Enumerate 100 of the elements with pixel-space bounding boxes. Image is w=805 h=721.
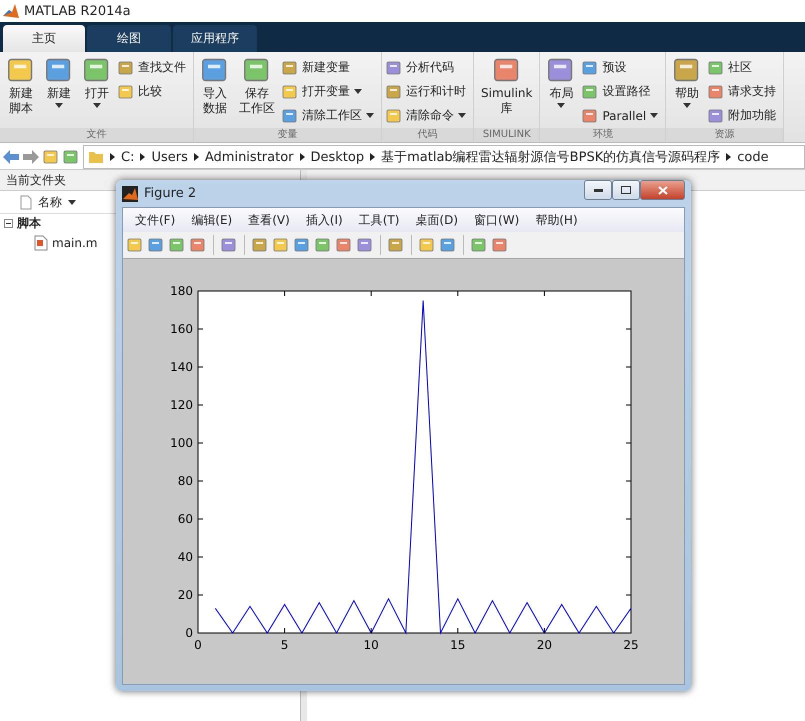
ribbon-button[interactable]: 社区	[708, 57, 780, 78]
group-label: SIMULINK	[474, 128, 540, 142]
x-tick-label: 25	[623, 638, 639, 652]
toolbar-glyph-icon	[388, 237, 404, 253]
ribbon-button[interactable]: 比较	[118, 81, 189, 102]
toolbar-glyph-icon	[43, 149, 59, 165]
toolbar-glyph-icon	[419, 237, 435, 253]
toolbar-glyph-icon	[315, 237, 331, 253]
toolbar-glyph-icon	[357, 237, 373, 253]
address-bar[interactable]: C: Users Administrator Desktop 基于matlab编程雷达辐射源信号BPSK的仿真信号源码程序 code	[83, 145, 805, 169]
minimize-button[interactable]	[584, 180, 612, 200]
group-label: 环境	[540, 128, 666, 142]
column-header[interactable]: 名称	[38, 194, 62, 210]
toolbar-glyph-icon	[582, 60, 598, 76]
x-tick-label: 20	[536, 638, 552, 652]
path-segment[interactable]: Administrator	[204, 150, 294, 164]
menu-item[interactable]: 插入(I)	[298, 212, 351, 228]
ribbon-button[interactable]: 查找文件	[118, 57, 189, 78]
y-tick-label: 160	[170, 322, 193, 336]
y-tick-label: 80	[178, 474, 193, 488]
y-tick-label: 140	[170, 360, 193, 374]
close-icon	[658, 186, 668, 194]
ribbon-button[interactable]: 帮助	[670, 56, 704, 128]
chevron-icon	[726, 153, 732, 161]
group-label: 变量	[194, 128, 381, 142]
ribbon-button[interactable]: 分析代码	[386, 57, 469, 78]
folder-icon	[88, 149, 104, 165]
x-tick-label: 0	[194, 638, 202, 652]
toolbar-glyph-icon	[190, 237, 206, 253]
logo-icon	[122, 186, 138, 202]
ribbon-button[interactable]: 附加功能	[708, 105, 780, 126]
path-segment[interactable]: Desktop	[310, 150, 364, 164]
ribbon-button[interactable]: Parallel	[582, 105, 662, 126]
toolbar-glyph-icon	[273, 237, 289, 253]
ribbon-button[interactable]: 请求支持	[708, 81, 780, 102]
menu-item[interactable]: 帮助(H)	[527, 212, 586, 228]
toolbar-glyph-icon	[582, 84, 598, 100]
path-segment[interactable]: C:	[121, 150, 134, 164]
toolbar-glyph-icon	[294, 237, 310, 253]
menu-item[interactable]: 查看(V)	[240, 212, 298, 228]
ribbon-button[interactable]: 新建	[42, 56, 76, 128]
menu-item[interactable]: 编辑(E)	[183, 212, 240, 228]
y-tick-label: 180	[170, 284, 193, 298]
ribbon-button[interactable]: 导入 数据	[198, 56, 232, 128]
toolbar-glyph-icon	[148, 237, 164, 253]
forward-icon[interactable]	[23, 150, 39, 164]
menu-item[interactable]: 桌面(D)	[407, 212, 466, 228]
toolbar-glyph-icon	[201, 56, 229, 84]
toolbar-glyph-icon	[708, 60, 724, 76]
minimize-icon	[594, 188, 602, 192]
ribbon-button[interactable]: 新建变量	[282, 57, 377, 78]
ribbon-button[interactable]: 设置路径	[582, 81, 662, 102]
ribbon-button[interactable]: 新建 脚本	[4, 56, 38, 128]
chevron-icon	[140, 153, 146, 161]
toolbar-glyph-icon	[282, 84, 298, 100]
chevron-icon	[194, 153, 199, 161]
ribbon-tab[interactable]: 应用程序	[173, 25, 257, 52]
toolbar-glyph-icon	[45, 56, 73, 84]
y-tick-label: 40	[178, 550, 193, 564]
ribbon-button[interactable]: Simulink 库	[478, 56, 536, 128]
toolbar-glyph-icon	[63, 149, 79, 165]
panel-title: 当前文件夹	[6, 172, 66, 188]
ribbon-tab[interactable]: 绘图	[87, 25, 171, 52]
ribbon-button[interactable]: 布局	[544, 56, 578, 128]
ribbon-button[interactable]: 清除工作区	[282, 105, 377, 126]
group-label: 文件	[0, 128, 193, 142]
file-icon	[34, 234, 48, 250]
back-icon[interactable]	[3, 150, 19, 164]
y-tick-label: 120	[170, 398, 193, 412]
toolbar-glyph-icon	[83, 56, 111, 84]
chevron-icon	[110, 153, 115, 161]
toolbar-glyph-icon	[708, 108, 724, 124]
ribbon-button[interactable]: 打开	[80, 56, 114, 128]
toolbar-glyph-icon	[708, 84, 724, 100]
close-button[interactable]	[640, 180, 685, 200]
menu-item[interactable]: 工具(T)	[350, 212, 408, 228]
toolbar-glyph-icon	[582, 108, 598, 124]
y-tick-label: 100	[170, 436, 193, 450]
maximize-button[interactable]	[612, 180, 640, 200]
ribbon-button[interactable]: 清除命令	[386, 105, 469, 126]
ribbon-button[interactable]: 运行和计时	[386, 81, 469, 102]
path-segment[interactable]: Users	[151, 150, 188, 164]
menu-item[interactable]: 窗口(W)	[466, 212, 528, 228]
menu-item[interactable]: 文件(F)	[127, 212, 184, 228]
figure-title: Figure 2	[144, 186, 198, 201]
ribbon-button[interactable]: 保存 工作区	[236, 56, 278, 128]
toolbar-glyph-icon	[336, 237, 352, 253]
x-tick-label: 5	[280, 638, 288, 652]
path-segment[interactable]: 基于matlab编程雷达辐射源信号BPSK的仿真信号源码程序	[381, 148, 720, 166]
file-name[interactable]: main.m	[52, 236, 98, 250]
toolbar-glyph-icon	[221, 237, 237, 253]
ribbon-tab[interactable]: 主页	[3, 25, 85, 52]
ribbon-button[interactable]: 打开变量	[282, 81, 377, 102]
group-label: 代码	[382, 128, 473, 142]
toolbar-glyph-icon	[252, 237, 268, 253]
collapse-icon[interactable]	[4, 219, 13, 228]
folder-label[interactable]: 脚本	[17, 215, 41, 232]
toolbar-glyph-icon	[386, 60, 402, 76]
path-segment[interactable]: code	[737, 150, 769, 164]
ribbon-button[interactable]: 预设	[582, 57, 662, 78]
